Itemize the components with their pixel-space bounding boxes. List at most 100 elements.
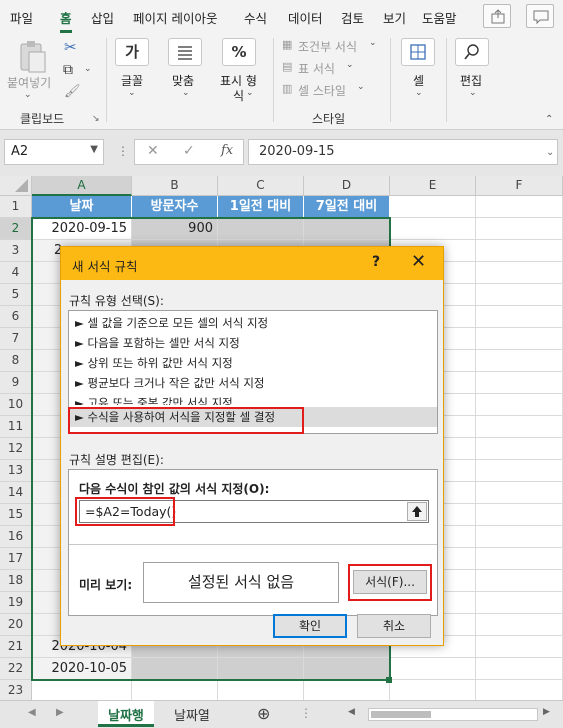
grid-cell[interactable] (476, 394, 563, 416)
grid-cell[interactable] (476, 636, 563, 658)
row-header[interactable]: 23 (0, 680, 32, 700)
close-icon[interactable]: ✕ (411, 251, 426, 272)
column-header-c[interactable]: C (218, 176, 304, 196)
font-button[interactable]: 글꼴 (121, 72, 143, 89)
row-header[interactable]: 6 (0, 306, 32, 328)
tab-help[interactable]: 도움말 (422, 8, 457, 27)
row-header[interactable]: 1 (0, 196, 32, 218)
cell-styles-button[interactable]: 셀 스타일 (298, 82, 346, 99)
alignment-button[interactable]: 맞춤 (172, 72, 194, 89)
tab-page-layout[interactable]: 페이지 레이아웃 (133, 8, 217, 27)
tab-home[interactable]: 홈 (60, 8, 72, 33)
percent-icon[interactable]: % (222, 38, 256, 66)
row-header[interactable]: 8 (0, 350, 32, 372)
cell-d1[interactable]: 7일전 대비 (304, 196, 390, 218)
cancel-entry-icon[interactable]: ✕ (147, 143, 159, 159)
collapse-ribbon-icon[interactable]: ⌃ (545, 114, 553, 125)
row-header[interactable]: 11 (0, 416, 32, 438)
row-header[interactable]: 14 (0, 482, 32, 504)
row-header[interactable]: 7 (0, 328, 32, 350)
grid-cell[interactable] (476, 460, 563, 482)
ok-button[interactable]: 확인 (273, 614, 347, 638)
alignment-dropdown-icon[interactable]: ⌄ (182, 88, 190, 98)
row-header[interactable]: 21 (0, 636, 32, 658)
align-icon[interactable] (168, 38, 202, 66)
grid-cell[interactable] (476, 262, 563, 284)
row-header[interactable]: 12 (0, 438, 32, 460)
column-header-d[interactable]: D (304, 176, 390, 196)
row-header[interactable]: 3 (0, 240, 32, 262)
grid-cell[interactable] (476, 658, 563, 680)
row-header[interactable]: 2 (0, 218, 32, 240)
paste-icon[interactable] (18, 40, 48, 74)
rule-type-item[interactable]: ► 다음을 포함하는 셀만 서식 지정 (75, 333, 240, 353)
grid-cell[interactable] (476, 504, 563, 526)
name-box[interactable]: A2 ▼ (4, 139, 104, 165)
grid-cell[interactable] (476, 218, 563, 240)
name-box-dropdown-icon[interactable]: ▼ (90, 144, 98, 155)
expand-formula-bar-icon[interactable]: ⌄ (546, 147, 554, 158)
fill-handle[interactable] (386, 677, 392, 683)
tab-formulas[interactable]: 수식 (244, 8, 267, 27)
horizontal-scrollbar[interactable] (368, 708, 538, 721)
row-header[interactable]: 17 (0, 548, 32, 570)
cancel-button[interactable]: 취소 (357, 614, 431, 638)
grid-cell[interactable] (476, 526, 563, 548)
dialog-launcher-icon[interactable]: ↘ (92, 114, 100, 124)
grid-cell[interactable] (304, 680, 390, 700)
cells-icon[interactable] (401, 38, 435, 66)
grid-cell[interactable] (476, 328, 563, 350)
rule-type-item[interactable]: ► 평균보다 크거나 작은 값만 서식 지정 (75, 373, 264, 393)
tab-view[interactable]: 보기 (383, 8, 406, 27)
grid-cell[interactable] (476, 482, 563, 504)
share-button[interactable] (483, 4, 511, 28)
scrollbar-thumb[interactable] (371, 711, 431, 718)
grid-cell[interactable] (476, 680, 563, 700)
column-header-e[interactable]: E (390, 176, 476, 196)
conditional-format-dropdown-icon[interactable]: ⌄ (369, 38, 377, 48)
formula-input[interactable]: 2020-09-15 (248, 139, 558, 165)
rule-type-item[interactable]: ► 상위 또는 하위 값만 서식 지정 (75, 353, 233, 373)
row-header[interactable]: 13 (0, 460, 32, 482)
grid-cell[interactable] (476, 196, 563, 218)
grid-cell[interactable] (476, 416, 563, 438)
help-icon[interactable]: ? (372, 254, 380, 270)
grid-cell[interactable] (390, 680, 476, 700)
cell-b1[interactable]: 방문자수 (132, 196, 218, 218)
editing-button[interactable]: 편집 (460, 72, 482, 89)
grid-cell[interactable] (132, 680, 218, 700)
paste-button[interactable]: 붙여넣기 (7, 74, 51, 91)
grid-cell[interactable] (476, 350, 563, 372)
cell-style-dropdown-icon[interactable]: ⌄ (357, 82, 365, 92)
search-icon[interactable] (455, 38, 489, 66)
confirm-entry-icon[interactable]: ✓ (183, 143, 195, 159)
grid-cell[interactable] (32, 680, 132, 700)
row-header[interactable]: 4 (0, 262, 32, 284)
column-header-f[interactable]: F (476, 176, 563, 196)
tab-split-icon[interactable]: ⋮ (300, 706, 312, 720)
grid-cell[interactable] (476, 614, 563, 636)
row-header[interactable]: 9 (0, 372, 32, 394)
grid-cell[interactable] (476, 438, 563, 460)
grid-cell[interactable] (218, 680, 304, 700)
grid-cell[interactable] (476, 284, 563, 306)
editing-dropdown-icon[interactable]: ⌄ (469, 88, 477, 98)
column-header-a[interactable]: A (32, 176, 132, 196)
row-header[interactable]: 18 (0, 570, 32, 592)
row-header[interactable]: 10 (0, 394, 32, 416)
sheet-tab-date-column[interactable]: 날짜열 (164, 701, 220, 727)
collapse-dialog-button[interactable] (407, 502, 427, 521)
cell-a1[interactable]: 날짜 (32, 196, 132, 218)
tab-file[interactable]: 파일 (10, 8, 33, 27)
column-header-b[interactable]: B (132, 176, 218, 196)
cells-dropdown-icon[interactable]: ⌄ (415, 88, 423, 98)
row-header[interactable]: 19 (0, 592, 32, 614)
cell-c1[interactable]: 1일전 대비 (218, 196, 304, 218)
scroll-left-icon[interactable]: ◀ (348, 707, 355, 717)
cells-button[interactable]: 셀 (413, 72, 424, 89)
add-sheet-icon[interactable]: ⊕ (257, 704, 270, 723)
grid-cell[interactable] (390, 196, 476, 218)
font-icon[interactable]: 가 (115, 38, 149, 66)
rule-type-item[interactable]: ► 고유 또는 중복 값만 서식 지정 (75, 393, 233, 405)
select-all-corner[interactable] (0, 176, 32, 196)
